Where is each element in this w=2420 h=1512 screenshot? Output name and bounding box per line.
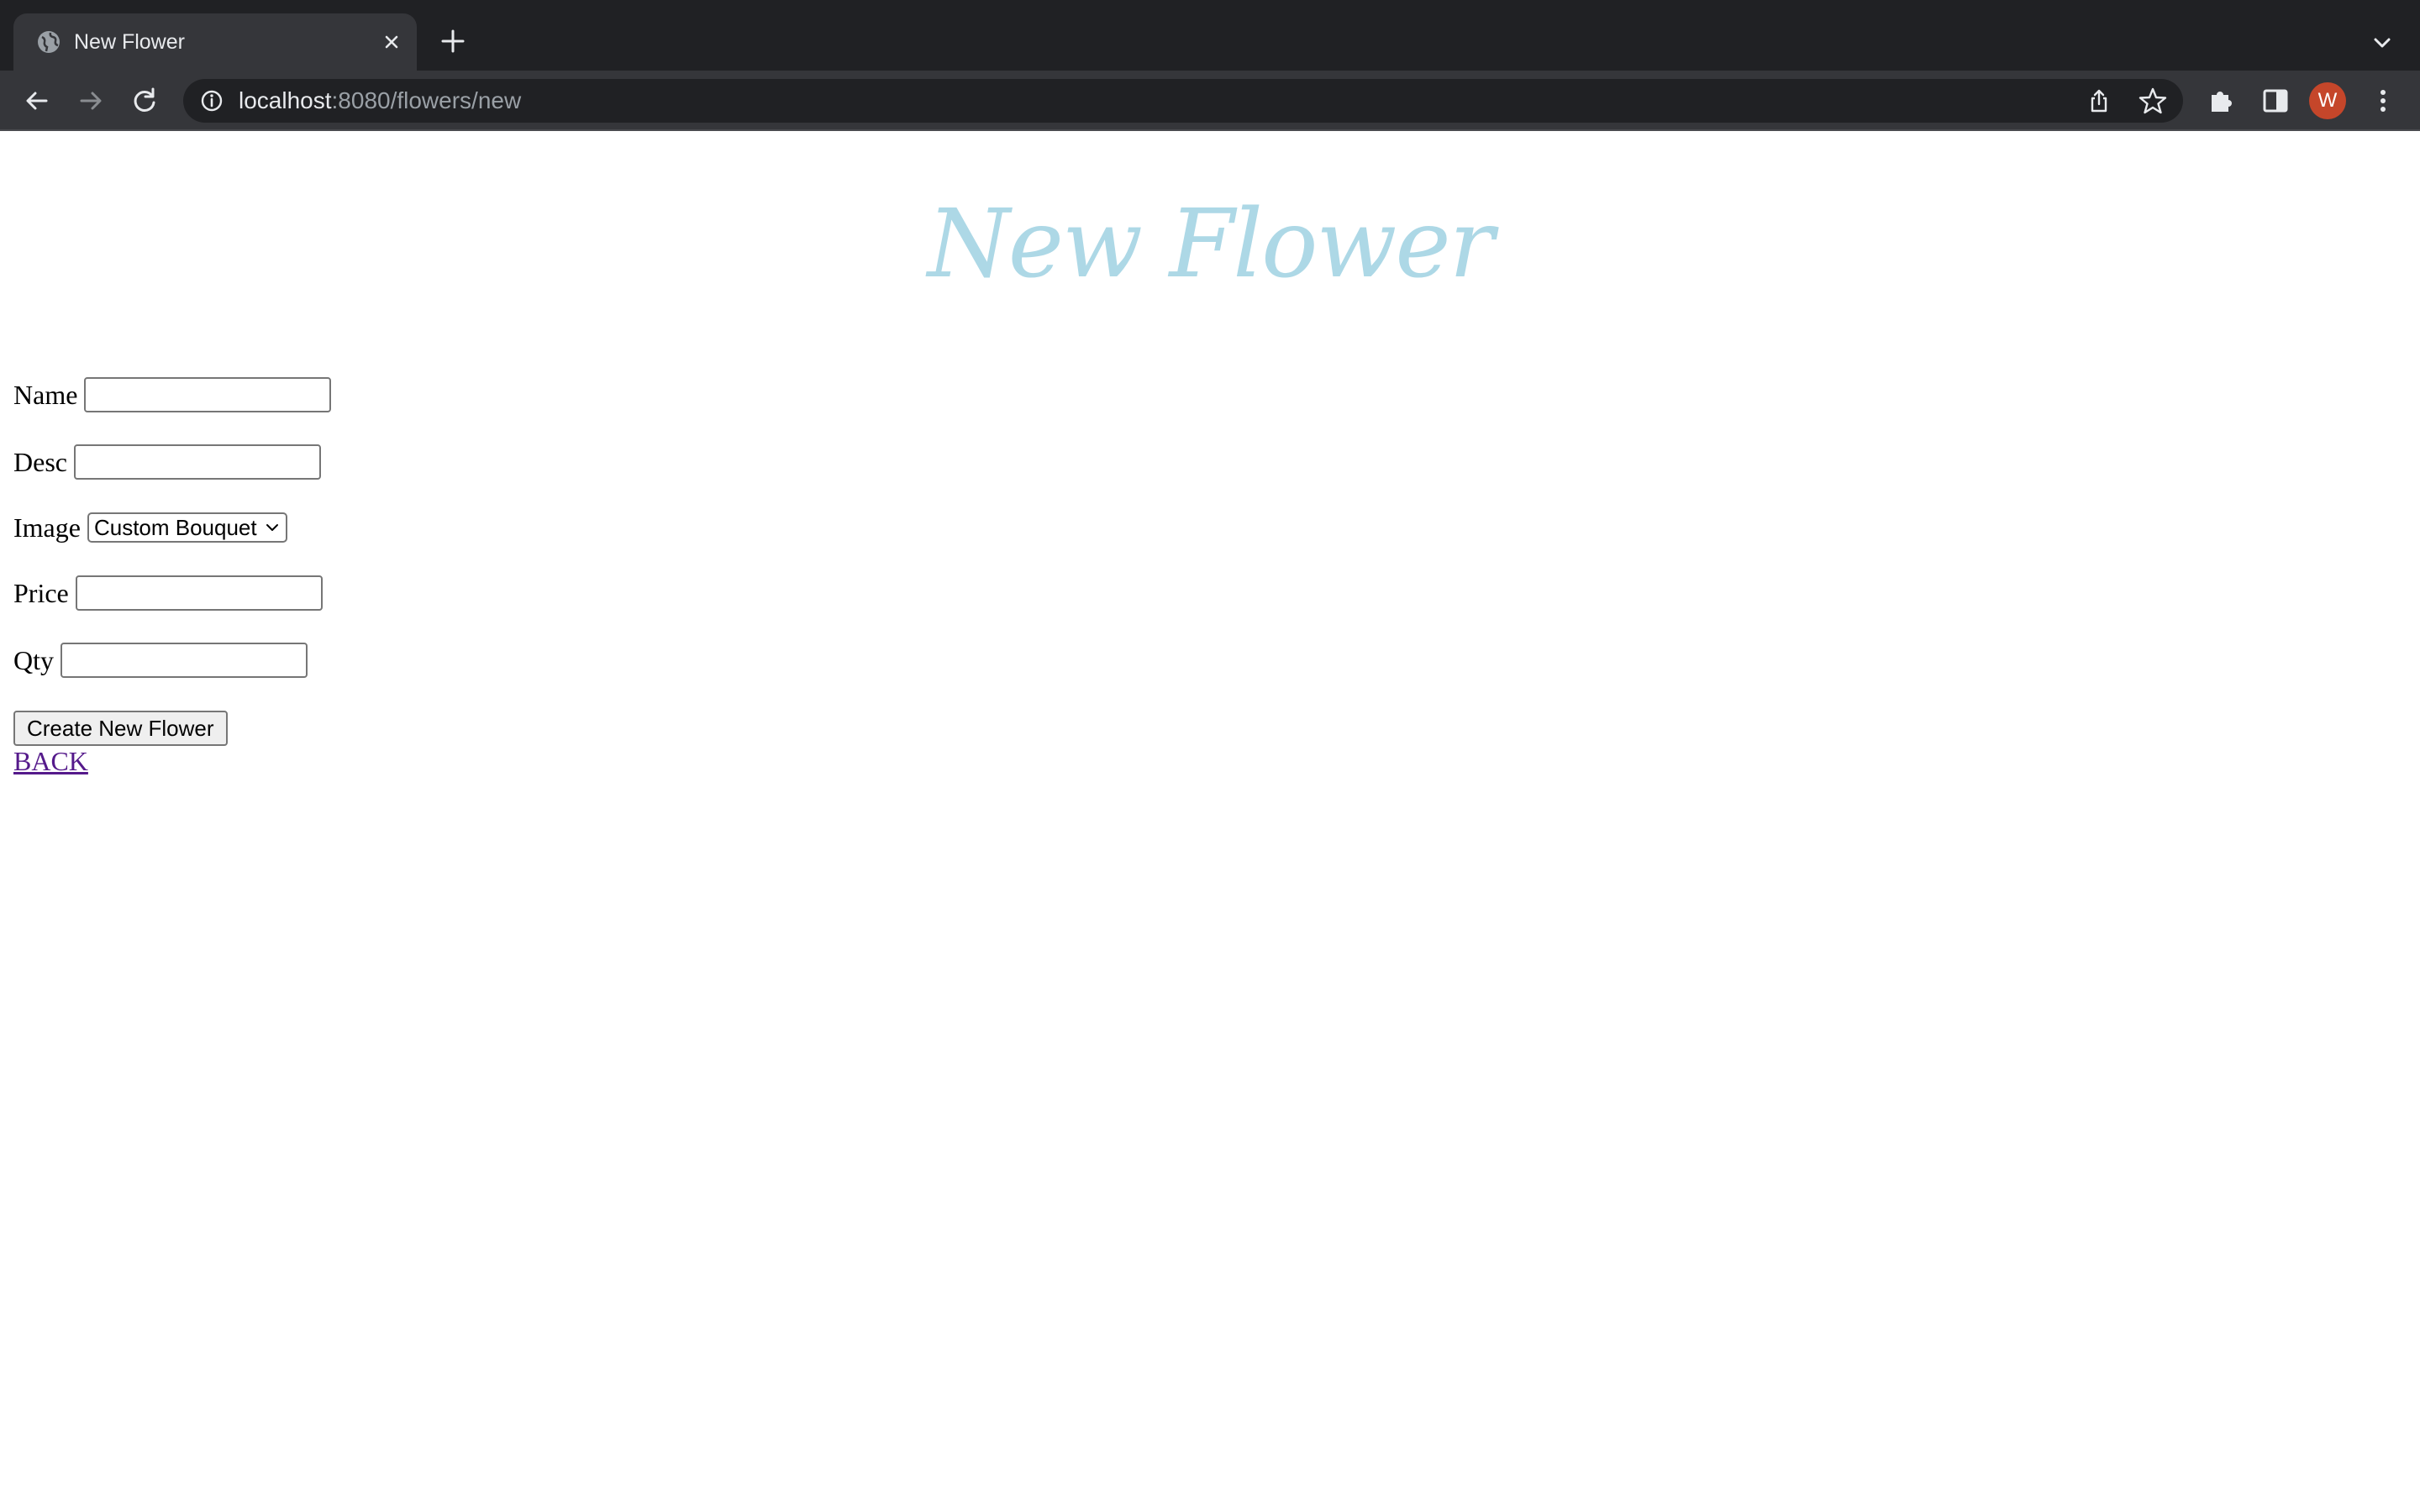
back-link[interactable]: BACK <box>13 743 88 780</box>
tab-title: New Flower <box>74 30 185 54</box>
chevron-down-icon[interactable] <box>2368 29 2396 57</box>
browser-tab-strip: New Flower <box>0 0 2420 71</box>
price-input[interactable] <box>75 575 323 611</box>
page-content: New Flower Name Desc Image Custom Bouque… <box>0 131 2420 1512</box>
qty-row: Qty <box>13 642 308 679</box>
qty-label: Qty <box>13 645 54 675</box>
image-select-value: Custom Bouquet <box>93 514 257 540</box>
desc-row: Desc <box>13 444 321 480</box>
name-label: Name <box>13 380 78 410</box>
share-icon[interactable] <box>2086 87 2112 114</box>
forward-arrow-icon[interactable] <box>74 84 108 118</box>
browser-toolbar: localhost:8080/flowers/new W <box>0 71 2420 131</box>
browser-tab-active[interactable]: New Flower <box>13 13 417 71</box>
name-input[interactable] <box>84 377 332 412</box>
close-tab-icon[interactable] <box>378 29 405 55</box>
image-label: Image <box>13 512 81 543</box>
image-row: Image Custom Bouquet <box>13 509 287 546</box>
url-host: localhost <box>239 87 332 113</box>
new-tab-icon[interactable] <box>439 27 467 55</box>
url-path: :8080/flowers/new <box>331 87 522 113</box>
desc-input[interactable] <box>73 444 321 480</box>
create-new-flower-button[interactable]: Create New Flower <box>13 711 228 746</box>
page-title: New Flower <box>927 190 1494 299</box>
qty-input[interactable] <box>60 643 308 678</box>
extensions-puzzle-icon[interactable] <box>2205 84 2238 118</box>
side-panel-icon[interactable] <box>2259 84 2292 118</box>
globe-icon <box>35 29 62 55</box>
desc-label: Desc <box>13 447 67 477</box>
price-row: Price <box>13 575 323 612</box>
info-icon[interactable] <box>198 87 225 114</box>
reload-icon[interactable] <box>128 84 161 118</box>
more-menu-icon[interactable] <box>2366 84 2400 118</box>
url-text[interactable]: localhost:8080/flowers/new <box>239 87 521 115</box>
address-bar[interactable]: localhost:8080/flowers/new <box>183 79 2183 123</box>
price-label: Price <box>13 578 69 608</box>
chevron-down-icon <box>264 519 281 536</box>
name-row: Name <box>13 376 332 413</box>
image-select[interactable]: Custom Bouquet <box>87 512 287 543</box>
back-arrow-icon[interactable] <box>20 84 54 118</box>
profile-avatar[interactable]: W <box>2309 82 2346 119</box>
bookmark-star-icon[interactable] <box>2138 86 2168 116</box>
